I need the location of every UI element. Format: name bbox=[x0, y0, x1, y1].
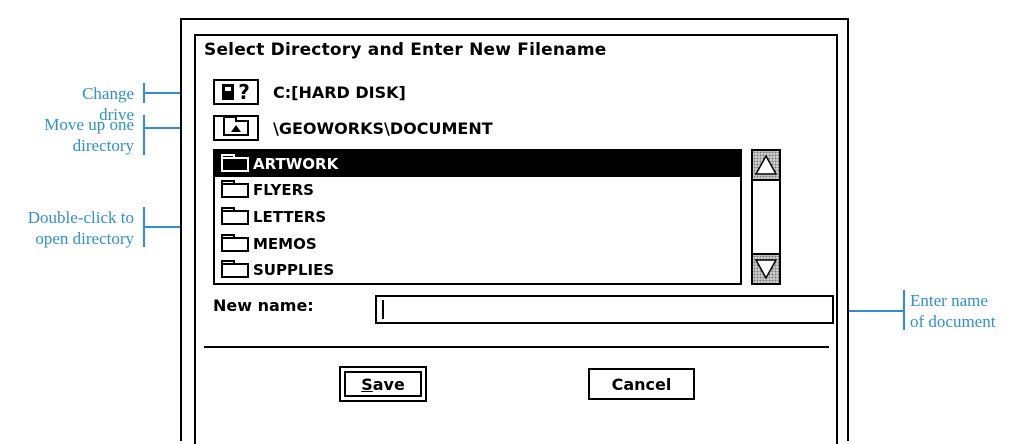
list-item[interactable]: FLYERS bbox=[215, 177, 740, 203]
directory-list-scrollbar[interactable] bbox=[751, 149, 781, 285]
save-button-label: ave bbox=[372, 374, 405, 394]
folder-icon bbox=[221, 206, 249, 225]
cancel-button-label: Cancel bbox=[611, 374, 672, 394]
annotation-move-up: Move up one directory bbox=[10, 114, 134, 156]
current-path: \GEOWORKS\DOCUMENT bbox=[273, 119, 493, 138]
scroll-down-button[interactable] bbox=[753, 253, 779, 283]
save-button-focus-ring: Save bbox=[344, 371, 422, 397]
save-button[interactable]: Save bbox=[339, 366, 427, 402]
save-button-mnemonic: S bbox=[361, 374, 373, 394]
drive-label: C:[HARD DISK] bbox=[273, 83, 406, 102]
callout-line-enter-name bbox=[903, 290, 905, 330]
annotation-double-click-line1: Double-click to bbox=[27, 208, 134, 227]
list-item-label: ARTWORK bbox=[253, 155, 339, 173]
list-item[interactable]: SUPPLIES bbox=[215, 257, 740, 283]
list-item-label: MEMOS bbox=[253, 235, 317, 253]
annotation-double-click-line2: open directory bbox=[35, 229, 134, 248]
dialog-title: Select Directory and Enter New Filename bbox=[204, 40, 607, 60]
list-item-label: LETTERS bbox=[253, 208, 327, 226]
move-up-directory-button[interactable] bbox=[213, 115, 259, 141]
directory-list[interactable]: ARTWORK FLYERS LETTERS MEMOS SUPPLIES bbox=[213, 149, 742, 285]
annotation-enter-name-line1: Enter name bbox=[910, 291, 988, 310]
annotation-enter-name-line2: of document bbox=[910, 312, 996, 331]
scroll-up-arrow-icon bbox=[755, 155, 777, 175]
annotation-move-up-line2: directory bbox=[72, 136, 134, 155]
annotation-move-up-line1: Move up one bbox=[44, 115, 134, 134]
dialog-divider bbox=[204, 346, 829, 348]
new-name-label: New name: bbox=[213, 296, 314, 315]
annotation-double-click: Double-click to open directory bbox=[0, 207, 134, 249]
cancel-button[interactable]: Cancel bbox=[588, 368, 695, 400]
folder-up-icon bbox=[223, 116, 249, 136]
list-item[interactable]: ARTWORK bbox=[215, 151, 740, 177]
annotation-enter-name: Enter name of document bbox=[910, 290, 1016, 332]
disk-drive-icon bbox=[222, 84, 235, 100]
new-name-input[interactable] bbox=[375, 295, 834, 324]
scroll-down-arrow-icon bbox=[755, 259, 777, 279]
folder-icon bbox=[221, 259, 249, 278]
folder-icon bbox=[221, 233, 249, 252]
scroll-up-button[interactable] bbox=[753, 151, 779, 181]
list-item[interactable]: LETTERS bbox=[215, 204, 740, 230]
list-item-label: FLYERS bbox=[253, 181, 314, 199]
change-drive-button[interactable]: ? bbox=[213, 79, 259, 105]
callout-line-move-up bbox=[143, 115, 145, 155]
drive-question-mark: ? bbox=[238, 80, 250, 104]
list-item[interactable]: MEMOS bbox=[215, 231, 740, 257]
folder-icon bbox=[221, 153, 249, 172]
list-item-label: SUPPLIES bbox=[253, 261, 335, 279]
folder-icon bbox=[221, 179, 249, 198]
text-caret bbox=[382, 300, 384, 319]
